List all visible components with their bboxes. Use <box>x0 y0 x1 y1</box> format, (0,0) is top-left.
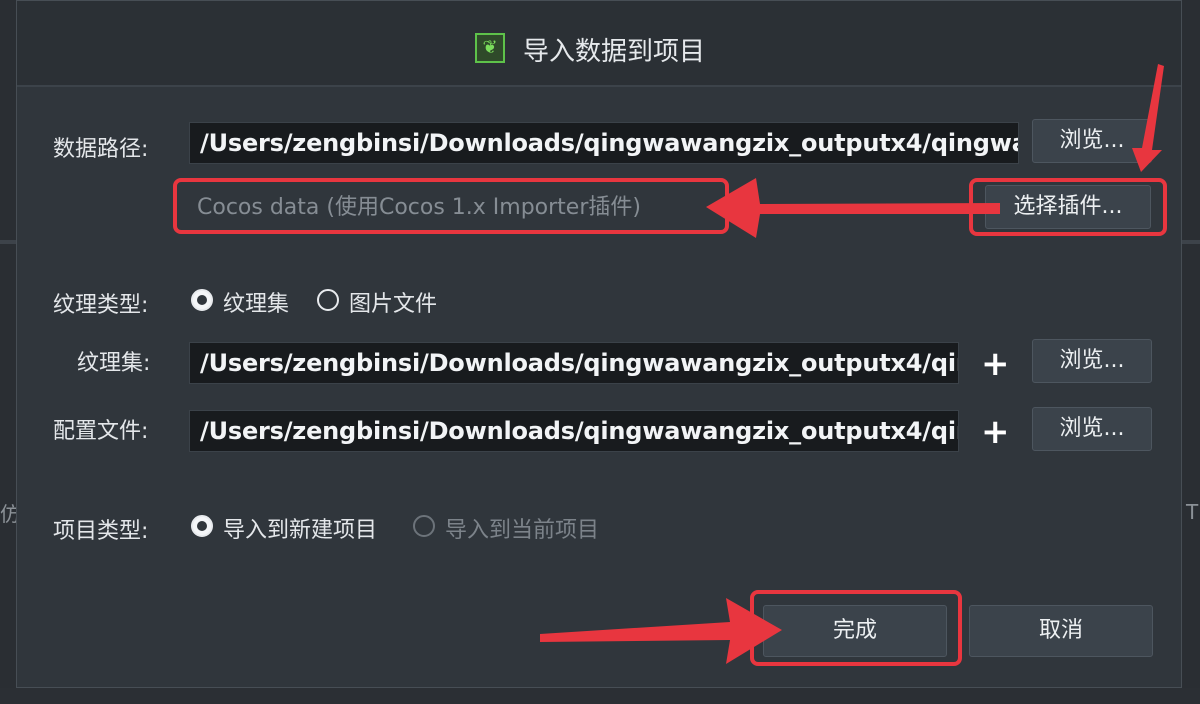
arrow-to-plugin-hint <box>706 178 1000 238</box>
arrow-to-finish <box>540 598 782 664</box>
arrow-to-choose-plugin <box>1132 64 1164 172</box>
annotation-arrows <box>540 64 1164 664</box>
